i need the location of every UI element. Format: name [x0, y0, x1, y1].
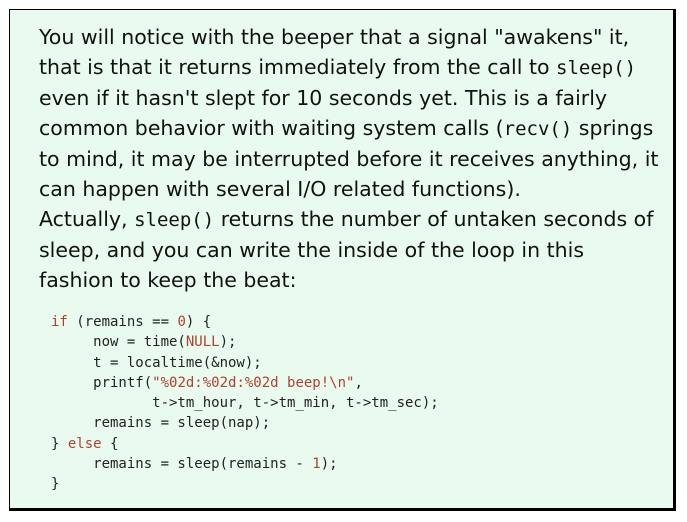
code-example: if (remains == 0) { now = time(NULL); t …: [51, 312, 439, 495]
code-line-4-a: printf(: [51, 374, 153, 391]
code-line-1-a: (remains ==: [67, 314, 178, 330]
code-line-7-b: {: [101, 435, 119, 452]
code-line-4-b: ,: [354, 374, 363, 391]
number-zero: 0: [177, 314, 186, 330]
inline-code-sleep: sleep(): [556, 57, 637, 79]
code-line-9: }: [51, 476, 60, 493]
code-line-7-a: }: [51, 435, 68, 452]
inline-code-recv: recv(): [503, 118, 573, 140]
code-line-8-b: );: [320, 456, 338, 473]
code-line-1-b: ) {: [185, 314, 212, 330]
keyword-if: if: [51, 314, 68, 330]
keyword-else: else: [67, 435, 102, 452]
inline-code-sleep-2: sleep(): [134, 209, 215, 231]
code-line-8-a: remains = sleep(remains -: [51, 456, 313, 473]
code-line-6: remains = sleep(nap);: [51, 415, 271, 432]
code-line-4: printf("%02d:%02d:%02d beep!\n",: [51, 375, 363, 391]
code-line-2-a: now = time(: [51, 334, 186, 351]
format-string: "%02d:%02d:%02d beep!\n": [152, 374, 355, 391]
paragraph-sleep-return: Actually, sleep() returns the number of …: [39, 204, 664, 295]
paragraph2-text-1: Actually,: [39, 207, 135, 231]
note-box: You will notice with the beeper that a s…: [9, 9, 676, 511]
code-line-2: now = time(NULL);: [51, 334, 236, 350]
number-one: 1: [312, 456, 321, 473]
paragraph-beeper-signal: You will notice with the beeper that a s…: [39, 22, 664, 204]
keyword-null: NULL: [185, 334, 220, 351]
code-line-1: if (remains == 0) {: [51, 314, 211, 330]
code-line-7: } else {: [51, 436, 118, 452]
code-line-3: t = localtime(&now);: [51, 354, 262, 371]
paragraph1-text-1: You will notice with the beeper that a s…: [39, 25, 630, 79]
explanation-text: You will notice with the beeper that a s…: [39, 22, 664, 295]
code-line-5: t->tm_hour, t->tm_min, t->tm_sec);: [51, 395, 439, 412]
code-line-8: remains = sleep(remains - 1);: [51, 456, 338, 473]
code-line-2-b: );: [219, 334, 237, 351]
